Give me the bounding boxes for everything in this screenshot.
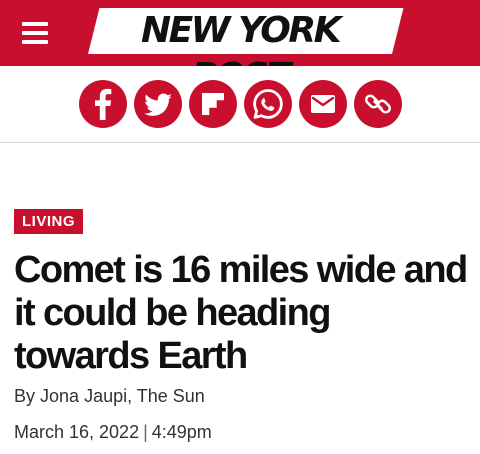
publish-date: March 16, 2022 [14,422,140,442]
byline: By Jona Jaupi, The Sun [14,386,205,407]
new-york-post-logo[interactable]: NEW YORK POST [88,8,404,97]
publish-dateline: March 16, 2022 | 4:49pm [14,422,212,443]
site-header: NEW YORK POST [0,0,480,97]
section-tag[interactable]: LIVING [14,209,84,234]
article-headline: Comet is 16 miles wide and it could be h… [14,249,468,377]
share-bar [0,66,480,143]
byline-prefix: By [14,386,36,406]
date-separator: | [143,422,148,442]
whatsapp-icon [253,89,283,119]
flipboard-share-button[interactable] [189,80,237,128]
twitter-bird-icon [144,93,172,116]
whatsapp-share-button[interactable] [244,80,292,128]
facebook-share-button[interactable] [79,80,127,128]
author-link[interactable]: Jona Jaupi, The Sun [40,386,205,406]
twitter-share-button[interactable] [134,80,182,128]
hamburger-menu-icon[interactable] [20,20,50,46]
publish-time: 4:49pm [151,422,212,442]
flipboard-icon [202,93,224,115]
logo-text: NEW YORK POST [141,10,341,97]
link-icon [364,94,392,114]
facebook-icon [94,88,112,120]
copy-link-share-button[interactable] [354,80,402,128]
envelope-icon [311,95,335,113]
email-share-button[interactable] [299,80,347,128]
